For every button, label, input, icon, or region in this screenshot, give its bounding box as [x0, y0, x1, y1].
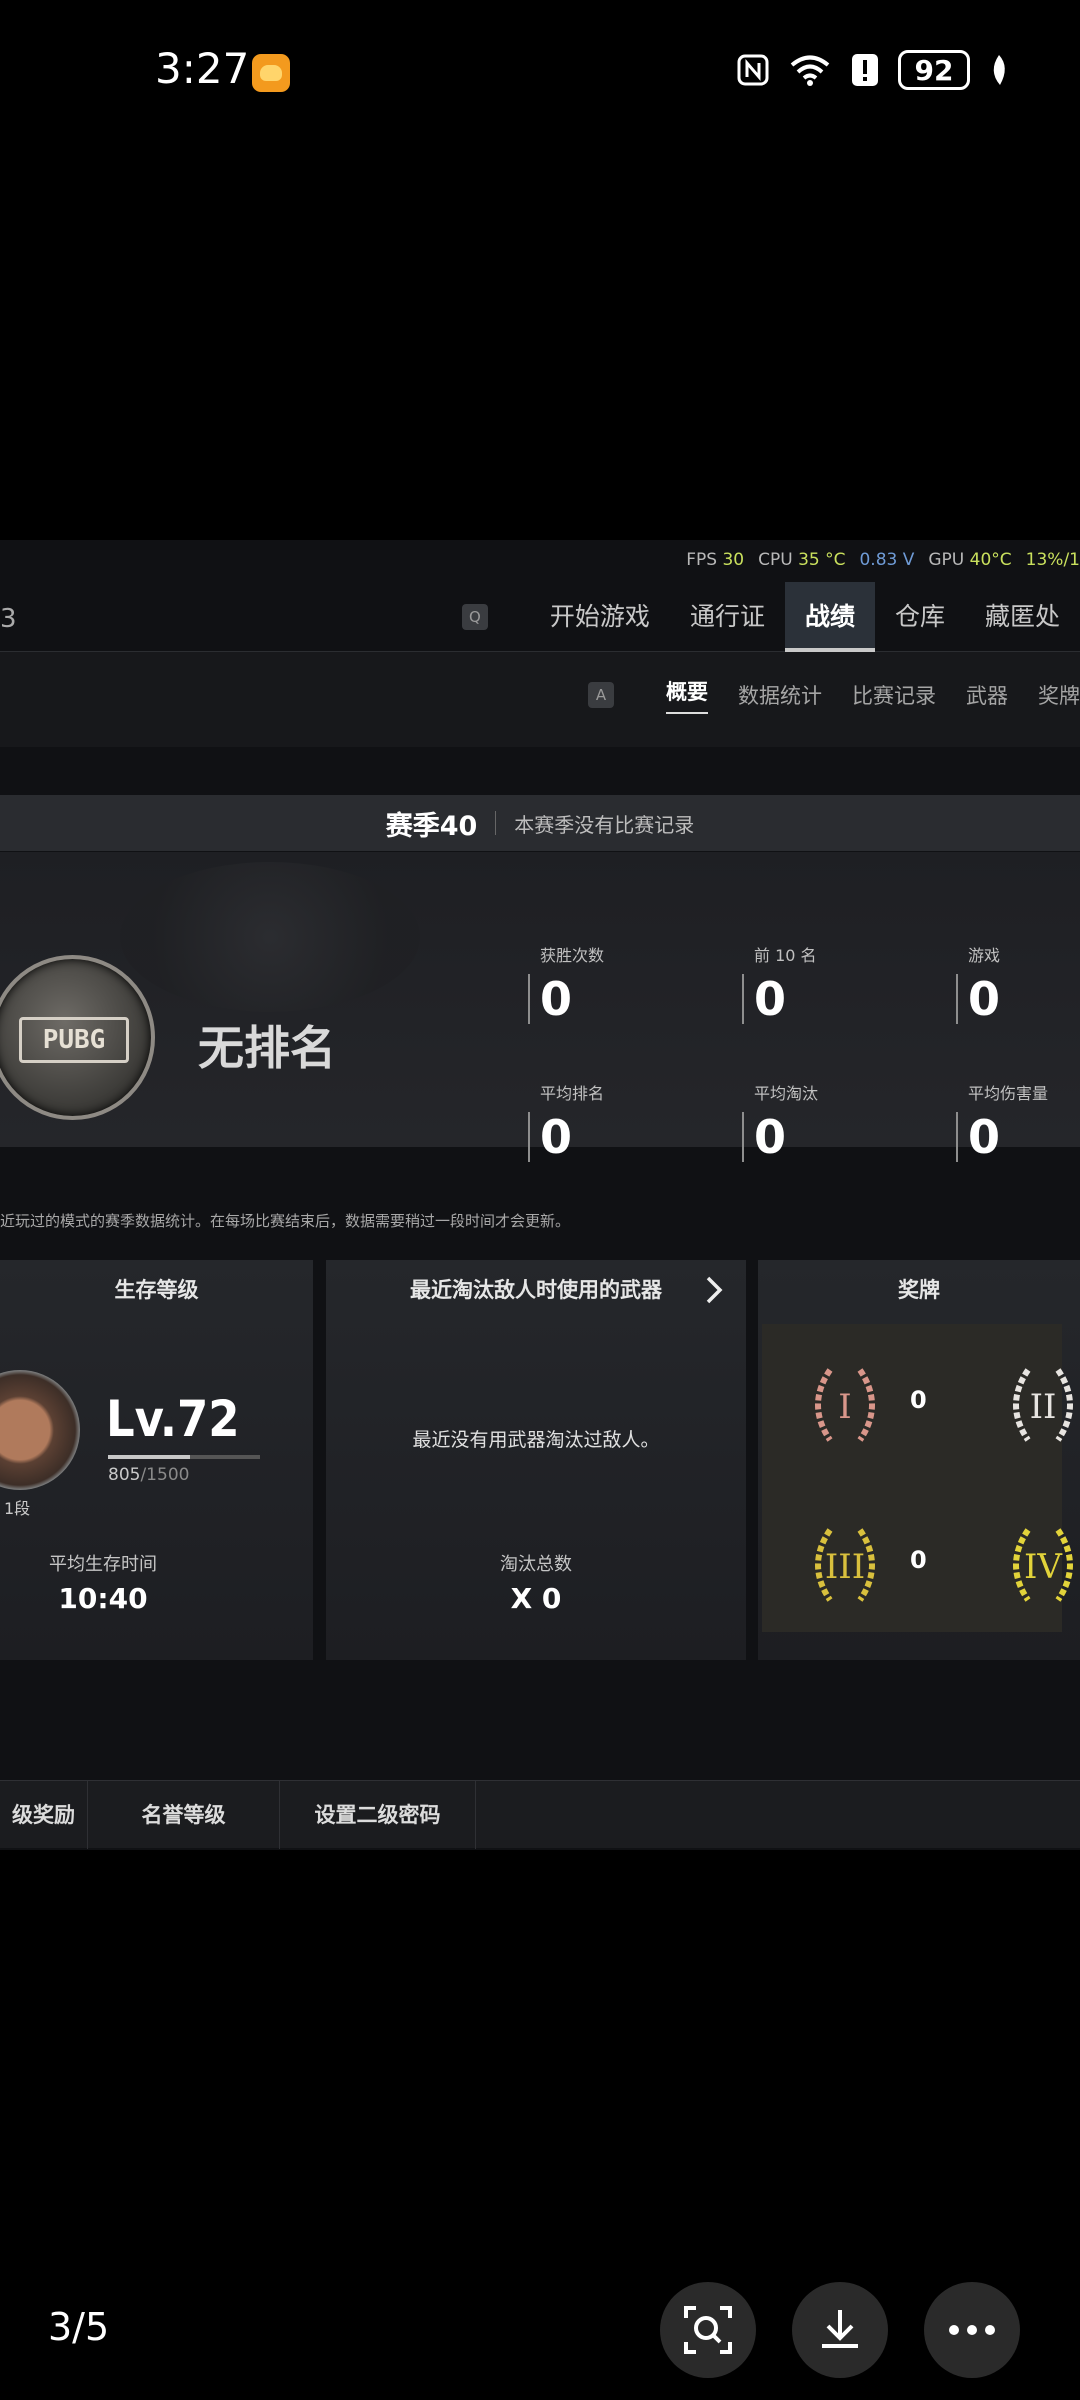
medal-ii[interactable]: II [998, 1360, 1080, 1450]
kills-label: 淘汰总数 [500, 1554, 572, 1575]
performance-hud: FPS 30 CPU 35 °C 0.83 V GPU 40°C 13%/1 [686, 550, 1080, 570]
status-time: 3:27 [155, 44, 250, 93]
top-nav-left-edge: 3 [0, 604, 17, 634]
rank-emblem-text: PUBG [19, 1017, 129, 1063]
download-icon[interactable] [792, 2282, 888, 2378]
rank-label: 无排名 [198, 1021, 336, 1075]
subtab-medals[interactable]: 奖牌 [1038, 680, 1080, 710]
weapon-panel[interactable]: 最近淘汰敌人时使用的武器 最近没有用武器淘汰过敌人。 淘汰总数 X 0 [326, 1260, 746, 1660]
lens-search-icon[interactable] [660, 2282, 756, 2378]
subtab-match-history[interactable]: 比赛记录 [852, 680, 936, 710]
hud-usage: 13%/1 [1025, 550, 1080, 570]
hud-fps: FPS 30 [686, 550, 745, 570]
tab-start-game[interactable]: 开始游戏 [530, 582, 670, 652]
medal-iii[interactable]: III [800, 1520, 890, 1610]
medal-ii-numeral: II [1030, 1387, 1057, 1427]
medal-iv[interactable]: IV [998, 1520, 1080, 1610]
medal-i[interactable]: I [800, 1360, 890, 1450]
leaf-icon [988, 53, 1010, 87]
medal-iv-numeral: IV [1024, 1547, 1063, 1587]
survival-xp-bar [108, 1455, 260, 1459]
tab-records[interactable]: 战绩 [784, 582, 875, 652]
medal-title: 奖牌 [898, 1278, 940, 1302]
rank-emblem: PUBG [0, 955, 155, 1120]
status-icons: 92 [736, 50, 1010, 90]
survival-title: 生存等级 [114, 1278, 199, 1302]
tab-level-rewards[interactable]: 级奖励 [0, 1781, 88, 1849]
survival-panel[interactable]: 生存等级 Lv.72 805/1500 1段 平均生存时间 10:40 [0, 1260, 313, 1660]
tab-stash[interactable]: 藏匿处 [965, 582, 1080, 652]
survival-level-badge [0, 1370, 80, 1490]
bottom-tabs: 级奖励 名誉等级 设置二级密码 [0, 1780, 1080, 1849]
subtab-overview[interactable]: 概要 [666, 676, 708, 714]
avg-survival-time-label: 平均生存时间 [49, 1554, 157, 1575]
alert-icon [850, 52, 880, 88]
app-notification-icon [252, 54, 290, 92]
stat-top10: 前 10 名 0 [742, 942, 932, 1024]
season-title: 赛季40 [385, 810, 478, 842]
hud-cpu: CPU 35 °C [758, 550, 846, 570]
medal-grid: I 0 II III 0 IV [762, 1324, 1073, 1632]
stat-avg-rank: 平均排名 0 [528, 1080, 718, 1162]
kills-value: X 0 [510, 1582, 562, 1615]
image-counter: 3/5 [48, 2305, 110, 2349]
chevron-right-icon[interactable] [702, 1274, 726, 1310]
key-hint-a: A [588, 682, 614, 708]
nfc-icon [736, 53, 770, 87]
survival-xp: 805/1500 [108, 1465, 190, 1485]
season-overview: PUBG 无排名 获胜次数 0 前 10 名 0 游戏 0 平均排名 0 平均淘… [0, 852, 1080, 1162]
hud-voltage: 0.83 V [859, 550, 915, 570]
battery-icon: 92 [898, 50, 970, 90]
more-icon[interactable] [924, 2282, 1020, 2378]
wifi-icon [788, 53, 832, 87]
stats-footnote: 近玩过的模式的赛季数据统计。在每场比赛结束后，数据需要稍过一段时间才会更新。 [0, 1212, 571, 1230]
medal-iii-numeral: III [825, 1547, 865, 1587]
subtab-weapons[interactable]: 武器 [966, 680, 1008, 710]
tab-inventory[interactable]: 仓库 [875, 582, 965, 652]
tab-pass[interactable]: 通行证 [670, 582, 785, 652]
weapon-title: 最近淘汰敌人时使用的武器 [410, 1278, 662, 1302]
top-nav: 3 Q 开始游戏 通行证 战绩 仓库 藏匿处 [0, 582, 1080, 652]
season-note: 本赛季没有比赛记录 [514, 812, 695, 837]
tab-secondary-password[interactable]: 设置二级密码 [280, 1781, 476, 1849]
avg-survival-time-value: 10:40 [58, 1582, 148, 1615]
stat-avg-damage: 平均伤害量 0 [956, 1080, 1080, 1162]
medal-i-count: 0 [910, 1386, 927, 1414]
medal-panel[interactable]: 奖牌 I 0 II III 0 IV [758, 1260, 1080, 1660]
medal-iii-count: 0 [910, 1546, 927, 1574]
game-screenshot: FPS 30 CPU 35 °C 0.83 V GPU 40°C 13%/1 3… [0, 540, 1080, 1850]
key-hint-q: Q [461, 604, 488, 630]
stat-avg-kills: 平均淘汰 0 [742, 1080, 932, 1162]
stat-games: 游戏 0 [956, 942, 1080, 1024]
sub-nav: A 概要 数据统计 比赛记录 武器 奖牌 [0, 652, 1080, 747]
medal-i-numeral: I [838, 1387, 851, 1427]
season-bar: 赛季40 本赛季没有比赛记录 [0, 795, 1080, 851]
battery-level: 92 [914, 53, 954, 87]
survival-tier: 1段 [4, 1499, 31, 1518]
season-divider [495, 811, 497, 835]
pubg-watermark [120, 862, 420, 1012]
subtab-statistics[interactable]: 数据统计 [738, 680, 822, 710]
stat-wins: 获胜次数 0 [528, 942, 718, 1024]
weapon-empty-text: 最近没有用武器淘汰过敌人。 [412, 1429, 660, 1451]
tab-honor-level[interactable]: 名誉等级 [88, 1781, 280, 1849]
survival-level: Lv.72 [106, 1390, 240, 1448]
hud-gpu: GPU 40°C [928, 550, 1012, 570]
